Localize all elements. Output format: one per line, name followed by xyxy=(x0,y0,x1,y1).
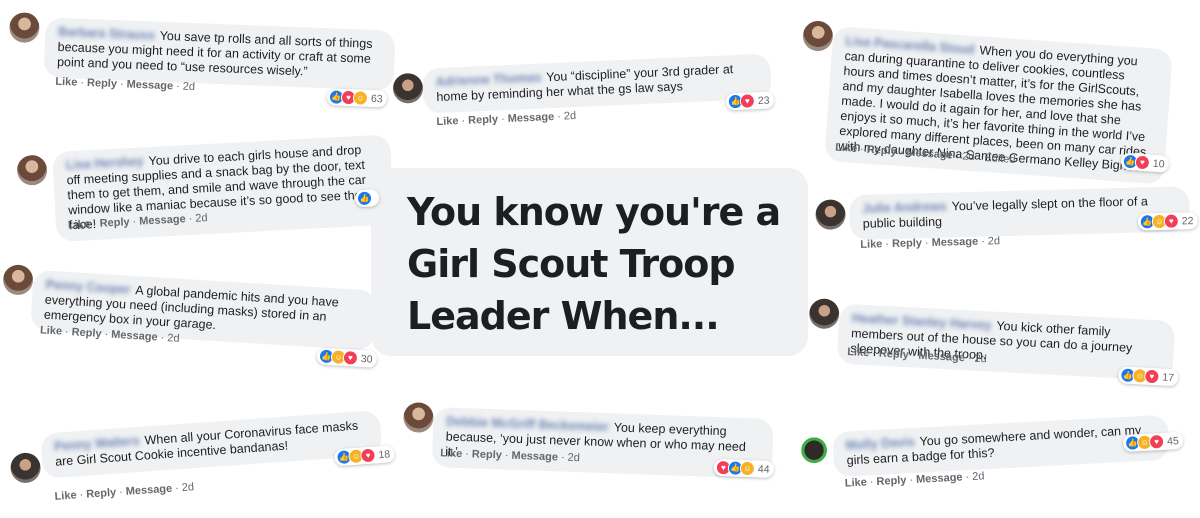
reactions[interactable]: 👍 ☺ ♥ 45 xyxy=(1122,431,1184,452)
avatar[interactable] xyxy=(2,264,34,296)
headline-line: Leader When... xyxy=(407,294,720,338)
comment-time: 2d xyxy=(195,212,208,225)
reply-link[interactable]: Reply xyxy=(879,348,910,362)
avatar[interactable] xyxy=(392,72,424,104)
comment-bubble: Julie Andrews You’ve legally slept on the… xyxy=(849,186,1191,241)
avatar[interactable] xyxy=(9,451,42,484)
comment-bubble: Adrienne Thomas You “discipline” your 3rd… xyxy=(422,53,772,114)
reply-link[interactable]: Reply xyxy=(472,448,502,461)
message-link[interactable]: Message xyxy=(139,213,186,227)
like-link[interactable]: Like xyxy=(436,115,459,128)
like-link[interactable]: Like xyxy=(55,76,77,89)
comment-time: 2d xyxy=(181,481,195,494)
comment-time: 2d xyxy=(166,332,180,345)
comment-actions: Like · Reply · Message · 2d xyxy=(54,481,195,503)
love-reaction-icon: ♥ xyxy=(1143,368,1160,385)
reactions[interactable]: 👍 ♥ 10 xyxy=(1120,152,1170,173)
comment-bubble: Molly Davis You go somewhere and wonder, … xyxy=(832,414,1171,478)
avatar[interactable] xyxy=(8,12,40,44)
reply-link[interactable]: Reply xyxy=(86,487,117,501)
avatar[interactable] xyxy=(815,199,846,230)
comment-time: 2d xyxy=(563,110,577,123)
message-link[interactable]: Message xyxy=(931,236,978,249)
comment-time: 2d xyxy=(567,451,581,465)
headline: You know you're a Girl Scout Troop Leade… xyxy=(407,186,807,342)
like-reaction-icon: 👍 xyxy=(356,190,373,207)
reply-link[interactable]: Reply xyxy=(87,77,117,90)
headline-line: Girl Scout Troop xyxy=(407,242,736,286)
reaction-count: 45 xyxy=(1166,434,1180,448)
like-link[interactable]: Like xyxy=(68,218,91,231)
reactions[interactable]: 👍 ☺ ♥ 18 xyxy=(334,445,395,467)
comment-time: 2d xyxy=(987,235,1001,248)
like-link[interactable]: Like xyxy=(847,346,870,359)
like-link[interactable]: Like xyxy=(440,447,462,460)
message-link[interactable]: Message xyxy=(511,450,558,464)
haha-reaction-icon: ☺ xyxy=(352,90,369,106)
reactions[interactable]: 👍 ☺ ♥ 30 xyxy=(316,347,378,368)
avatar[interactable] xyxy=(808,298,840,330)
reaction-count: 63 xyxy=(370,92,383,105)
reaction-count: 18 xyxy=(378,447,391,461)
reactions[interactable]: 👍 ♥ 23 xyxy=(725,91,774,111)
reply-link[interactable]: Reply xyxy=(468,113,498,126)
haha-reaction-icon: ☺ xyxy=(739,460,756,477)
like-link[interactable]: Like xyxy=(40,324,63,337)
love-reaction-icon: ♥ xyxy=(1163,213,1180,229)
love-reaction-icon: ♥ xyxy=(360,447,377,464)
comment-time: 2d xyxy=(974,352,988,366)
reactions[interactable]: 👍 ☺ ♥ 17 xyxy=(1117,366,1179,387)
like-link[interactable]: Like xyxy=(845,476,868,489)
headline-line: You know you're a xyxy=(407,190,781,234)
reply-link[interactable]: Reply xyxy=(99,216,130,230)
comment-actions: Like · Reply · Message · 2d xyxy=(436,110,577,129)
reaction-count: 44 xyxy=(757,462,770,476)
message-link[interactable]: Message xyxy=(916,471,963,485)
comment-time: 2d xyxy=(971,470,985,483)
reaction-count: 30 xyxy=(360,352,373,366)
reply-link[interactable]: Reply xyxy=(866,144,897,158)
love-reaction-icon: ♥ xyxy=(1134,154,1151,171)
commenter-name[interactable]: Julie Andrews xyxy=(862,200,947,217)
like-link[interactable]: Like xyxy=(54,489,77,503)
avatar[interactable] xyxy=(801,20,834,53)
love-reaction-icon: ♥ xyxy=(739,93,756,109)
comment-bubble: Penny Walters When all your Coronavirus f… xyxy=(40,410,383,479)
reactions[interactable]: 👍 ♥ ☺ 63 xyxy=(326,88,387,108)
comment-time: 2d xyxy=(182,80,196,94)
love-reaction-icon: ♥ xyxy=(342,349,359,366)
like-link[interactable]: Like xyxy=(835,142,858,156)
reply-link[interactable]: Reply xyxy=(71,326,102,340)
message-link[interactable]: Message xyxy=(918,350,965,364)
message-link[interactable]: Message xyxy=(507,111,554,125)
reaction-count: 17 xyxy=(1162,371,1175,384)
message-link[interactable]: Message xyxy=(125,483,172,498)
reaction-count: 23 xyxy=(757,94,770,107)
message-link[interactable]: Message xyxy=(111,329,158,344)
comment-actions: Like · Reply · Message · 2d xyxy=(860,235,1001,251)
reaction-count: 22 xyxy=(1181,214,1194,227)
reaction-count: 10 xyxy=(1152,157,1165,170)
reactions[interactable]: ♥ 👍 ☺ 44 xyxy=(713,458,774,478)
reply-link[interactable]: Reply xyxy=(892,237,922,250)
like-link[interactable]: Like xyxy=(860,238,882,251)
reactions[interactable]: 👍 xyxy=(354,189,380,208)
avatar[interactable] xyxy=(16,154,48,186)
love-reaction-icon: ♥ xyxy=(1148,433,1165,450)
reply-link[interactable]: Reply xyxy=(876,474,907,488)
avatar[interactable] xyxy=(402,402,434,434)
avatar[interactable] xyxy=(798,434,830,466)
message-link[interactable]: Message xyxy=(126,79,173,93)
reactions[interactable]: 👍 ☺ ♥ 22 xyxy=(1137,211,1198,231)
